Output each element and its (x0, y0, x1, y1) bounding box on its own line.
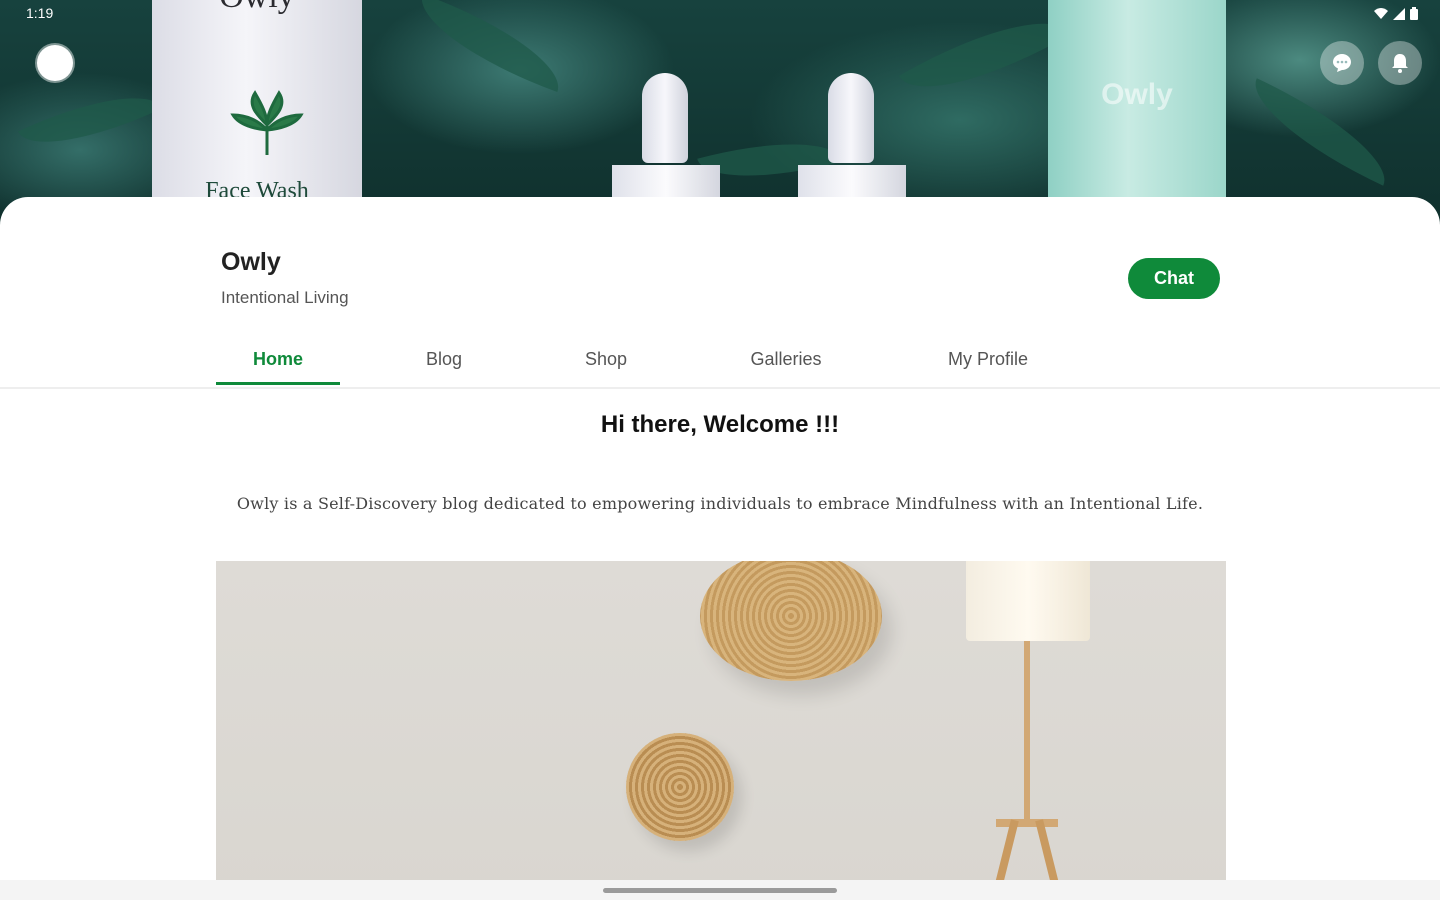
status-time: 1:19 (26, 5, 54, 21)
product-tube-right: Owly (1048, 0, 1226, 210)
product-brand-text: Owly (1101, 78, 1173, 111)
welcome-heading: Hi there, Welcome !!! (600, 411, 840, 438)
site-title: Owly (221, 248, 281, 276)
product-tube-left: Owly Face Wash (152, 0, 362, 210)
wifi-icon (1374, 8, 1388, 19)
lamp-pole (1024, 641, 1030, 821)
wall-basket (700, 561, 882, 681)
profile-avatar[interactable] (37, 45, 73, 81)
tab-home[interactable]: Home (216, 335, 340, 384)
gesture-handle[interactable] (603, 888, 837, 893)
status-bar: 1:19 (0, 0, 1440, 28)
wall-basket (626, 733, 734, 841)
tab-galleries[interactable]: Galleries (726, 335, 846, 384)
dropper-bottle (612, 55, 720, 205)
system-navigation-bar (0, 880, 1440, 900)
dropper-bottle (798, 55, 906, 205)
leaf-decoration (1238, 78, 1402, 186)
tab-my-profile[interactable]: My Profile (928, 335, 1048, 384)
lamp-crossbar (996, 819, 1058, 827)
signal-icon (1393, 8, 1405, 20)
tabs-divider (0, 387, 1440, 389)
cannabis-leaf-icon (230, 90, 304, 155)
status-icons (1374, 7, 1418, 20)
tab-bar: Home Blog Shop Galleries My Profile (216, 335, 1091, 387)
tab-shop[interactable]: Shop (556, 335, 656, 384)
leaf-decoration (18, 72, 162, 168)
bell-icon (1392, 54, 1408, 73)
site-tagline: Intentional Living (221, 288, 349, 307)
lamp-shade (966, 561, 1090, 641)
active-tab-indicator (216, 382, 340, 385)
tab-blog[interactable]: Blog (394, 335, 494, 384)
notifications-button[interactable] (1378, 41, 1422, 85)
intro-text: Owly is a Self-Discovery blog dedicated … (236, 494, 1204, 513)
chat-button[interactable]: Chat (1128, 258, 1220, 299)
content-sheet: Owly Intentional Living Chat Home Blog S… (0, 197, 1440, 900)
hero-photo (216, 561, 1226, 900)
chat-bubble-icon (1333, 54, 1351, 72)
battery-icon (1410, 7, 1418, 20)
chat-bubble-button[interactable] (1320, 41, 1364, 85)
